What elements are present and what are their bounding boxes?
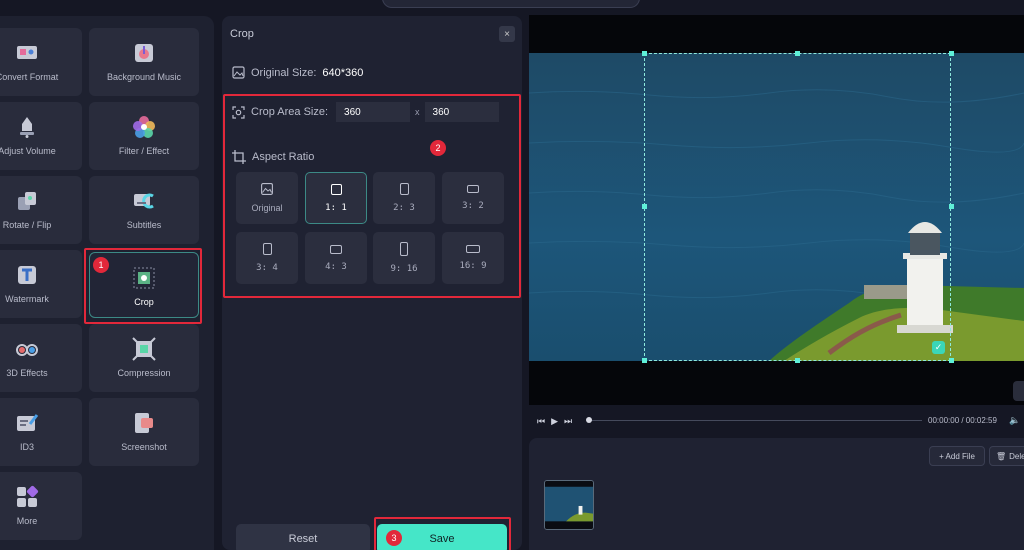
watermark-icon bbox=[18, 266, 36, 284]
tool-label: Convert Format bbox=[0, 72, 59, 82]
tool-label: Filter / Effect bbox=[118, 146, 170, 156]
crop-selection-frame[interactable] bbox=[644, 53, 951, 361]
tool-watermark[interactable]: Watermark bbox=[0, 250, 82, 318]
crop-handle-left[interactable] bbox=[642, 204, 647, 209]
video-thumbnail[interactable] bbox=[544, 480, 594, 530]
top-tab-pill[interactable] bbox=[382, 0, 640, 8]
add-file-button[interactable]: + Add File bbox=[929, 446, 985, 466]
crop-handle-top-left[interactable] bbox=[642, 51, 647, 56]
tool-label: Subtitles bbox=[126, 220, 162, 230]
delete-label: Delet bbox=[1009, 451, 1024, 461]
step-badge-2: 2 bbox=[430, 140, 446, 156]
tool-label: Compression bbox=[117, 368, 171, 378]
highlight-crop-settings bbox=[223, 94, 521, 298]
tool-id3[interactable]: ID3 bbox=[0, 398, 82, 466]
play-icon[interactable]: ▶ bbox=[551, 416, 558, 427]
tool-convert-format[interactable]: Convert Format bbox=[0, 28, 82, 96]
3d-effects-icon bbox=[16, 344, 38, 356]
delete-button[interactable]: 🗑 Delet bbox=[989, 446, 1024, 466]
reset-button[interactable]: Reset bbox=[236, 524, 370, 550]
tool-adjust-volume[interactable]: Adjust Volume bbox=[0, 102, 82, 170]
id3-icon bbox=[17, 414, 39, 431]
rotate-flip-icon bbox=[18, 192, 36, 210]
tool-more[interactable]: More bbox=[0, 472, 82, 540]
confirm-crop-check-icon[interactable]: ✓ bbox=[932, 341, 945, 354]
more-icon bbox=[17, 485, 39, 507]
background-music-icon bbox=[135, 44, 153, 62]
tool-filter-effect[interactable]: Filter / Effect bbox=[89, 102, 199, 170]
original-size-value: 640*360 bbox=[322, 66, 364, 79]
trash-icon: 🗑 bbox=[996, 451, 1007, 461]
image-icon bbox=[232, 66, 245, 79]
tool-screenshot[interactable]: Screenshot bbox=[89, 398, 199, 466]
tool-rotate-flip[interactable]: Rotate / Flip bbox=[0, 176, 82, 244]
tool-3d-effects[interactable]: 3D Effects bbox=[0, 324, 82, 392]
crop-handle-right[interactable] bbox=[949, 204, 954, 209]
subtitles-icon bbox=[134, 193, 154, 209]
video-preview: ✓ bbox=[529, 15, 1024, 405]
close-button[interactable]: × bbox=[499, 26, 515, 42]
crop-handle-bottom-right[interactable] bbox=[949, 358, 954, 363]
adjust-volume-icon bbox=[20, 117, 34, 138]
tool-label: Screenshot bbox=[121, 442, 167, 452]
next-frame-icon[interactable]: ⏭ bbox=[564, 416, 572, 427]
crop-handle-top-right[interactable] bbox=[949, 51, 954, 56]
original-size-row: Original Size: 640*360 bbox=[232, 66, 363, 79]
crop-panel-title: Crop bbox=[230, 28, 254, 40]
original-size-label: Original Size: bbox=[251, 66, 317, 79]
tool-label: Adjust Volume bbox=[0, 146, 56, 156]
camera-snapshot-icon[interactable] bbox=[1013, 381, 1024, 401]
tool-background-music[interactable]: Background Music bbox=[89, 28, 199, 96]
tool-label: 3D Effects bbox=[6, 368, 48, 378]
volume-icon[interactable]: 🔈 bbox=[1009, 415, 1020, 426]
tool-label: Rotate / Flip bbox=[2, 220, 52, 230]
screenshot-icon bbox=[135, 413, 153, 433]
player-controls: ⏮ ▶ ⏭ 00:00:00 / 00:02:59 🔈 bbox=[529, 410, 1024, 432]
crop-handle-top[interactable] bbox=[795, 51, 800, 56]
tool-compression[interactable]: Compression bbox=[89, 324, 199, 392]
crop-handle-bottom-left[interactable] bbox=[642, 358, 647, 363]
step-badge-3: 3 bbox=[386, 530, 402, 546]
filter-effect-icon bbox=[133, 116, 155, 138]
tool-label: More bbox=[16, 516, 38, 526]
playback-time: 00:00:00 / 00:02:59 bbox=[928, 416, 997, 425]
convert-format-icon bbox=[17, 46, 37, 59]
step-badge-1: 1 bbox=[93, 257, 109, 273]
progress-track[interactable] bbox=[587, 420, 922, 421]
tool-label: ID3 bbox=[19, 442, 34, 452]
progress-knob[interactable] bbox=[586, 417, 592, 423]
compression-icon bbox=[132, 337, 156, 361]
tool-label: Watermark bbox=[5, 294, 49, 304]
crop-handle-bottom[interactable] bbox=[795, 358, 800, 363]
tool-subtitles[interactable]: Subtitles bbox=[89, 176, 199, 244]
file-list-panel: + Add File 🗑 Delet bbox=[529, 438, 1024, 550]
previous-frame-icon[interactable]: ⏮ bbox=[537, 416, 545, 427]
tool-label: Background Music bbox=[106, 72, 182, 82]
